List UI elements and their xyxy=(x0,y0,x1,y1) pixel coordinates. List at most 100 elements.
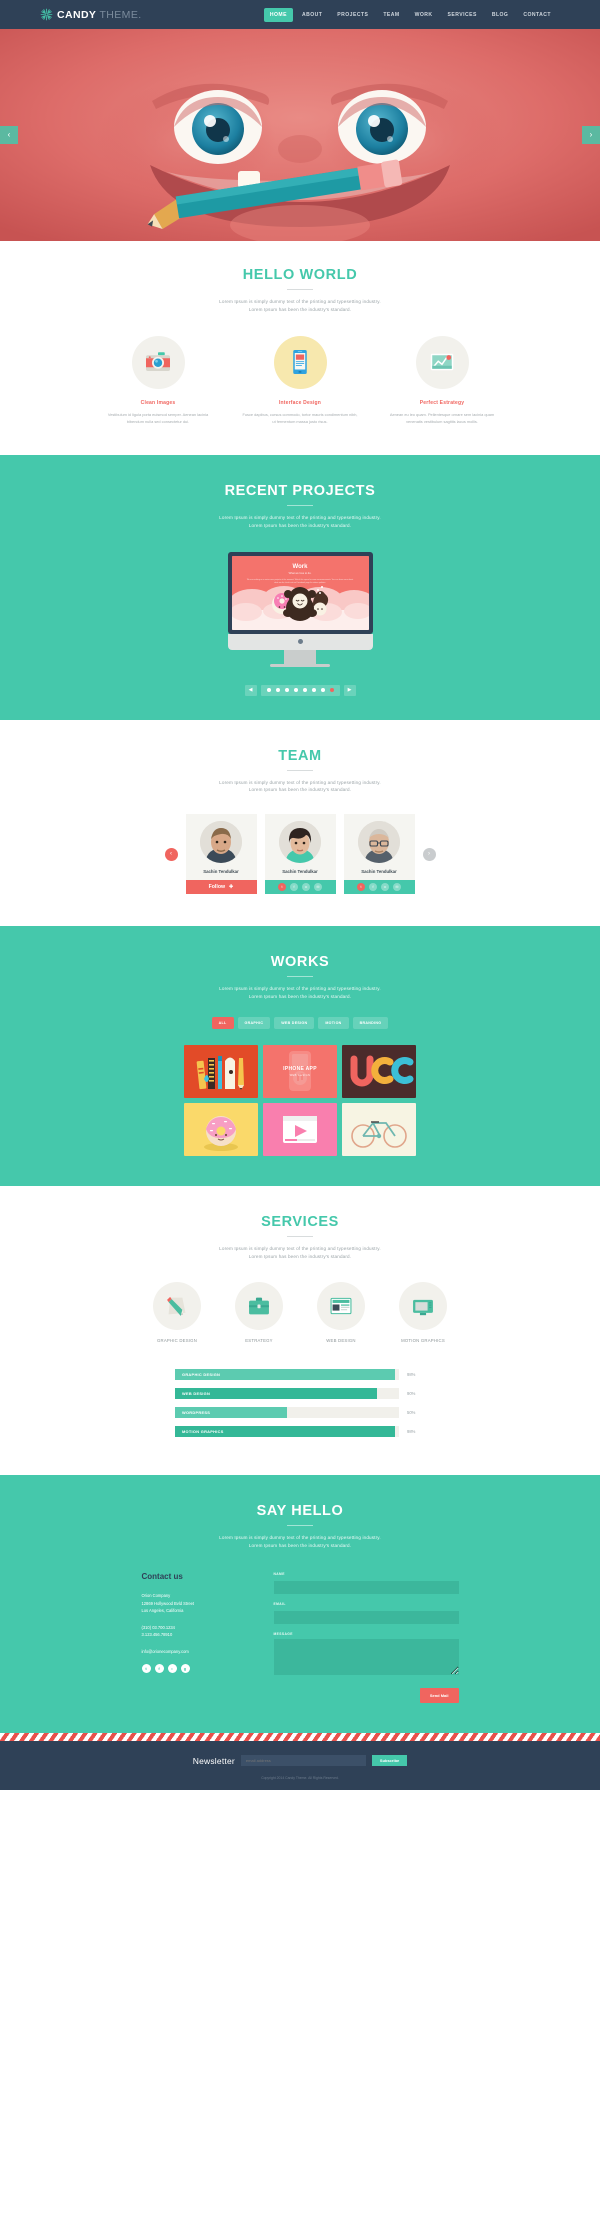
carousel-dot-active[interactable] xyxy=(329,688,334,693)
filter-web-design[interactable]: WEB DESIGN xyxy=(274,1016,315,1029)
carousel-dot[interactable] xyxy=(266,688,271,693)
service-item-graphic-design[interactable]: GRAPHIC DESIGN xyxy=(146,1282,208,1343)
hero-next-button[interactable]: › xyxy=(582,126,600,144)
carousel-dot[interactable] xyxy=(311,688,316,693)
carousel-dot[interactable] xyxy=(302,688,307,693)
team-carousel: ‹ Sachin Tendulkar Follow ✚ Sachin Tendu… xyxy=(0,814,600,895)
nav-item-blog[interactable]: BLOG xyxy=(486,8,515,22)
project-showcase: Work What we love to do. We are working … xyxy=(0,551,600,667)
contact-email[interactable]: info@orionecompany.com xyxy=(142,1648,252,1656)
team-member-card[interactable]: Sachin Tendulkar t f •• ✉ xyxy=(343,814,415,895)
skill-row: MOTION GRAPHICS 98% xyxy=(175,1426,425,1438)
skill-label: WORDPRESS xyxy=(182,1410,211,1416)
subscribe-button[interactable]: Subscribe xyxy=(371,1755,408,1766)
google-plus-icon[interactable]: g xyxy=(180,1664,190,1674)
contact-subtitle: Lorem Ipsum is simply dummy text of the … xyxy=(0,1534,600,1550)
newsletter-email-input[interactable] xyxy=(240,1755,366,1766)
top-navbar: CANDY THEME. HOME ABOUT PROJECTS TEAM WO… xyxy=(0,0,600,29)
follow-button[interactable]: Follow ✚ xyxy=(185,880,257,895)
work-tile-label: IPHONE APP xyxy=(283,1065,317,1072)
nav-item-services[interactable]: SERVICES xyxy=(442,8,483,22)
team-next-button[interactable]: › xyxy=(422,847,436,861)
filter-motion[interactable]: MOTION xyxy=(318,1016,349,1029)
flickr-icon[interactable]: • xyxy=(167,1664,177,1674)
carousel-next-button[interactable]: ▶ xyxy=(343,684,356,696)
services-subtitle: Lorem Ipsum is simply dummy text of the … xyxy=(0,1245,600,1261)
footer: Newsletter Subscribe Copyright 2014 Cand… xyxy=(0,1741,600,1790)
work-tile-video-player[interactable] xyxy=(263,1102,337,1156)
skill-row: GRAPHIC DESIGN 98% xyxy=(175,1369,425,1381)
avatar xyxy=(358,821,400,864)
facebook-icon[interactable]: f xyxy=(369,883,377,892)
work-tile-donut[interactable] xyxy=(184,1102,258,1156)
feature-card[interactable]: Clean Images Vestibulum id ligula porta … xyxy=(99,335,217,425)
service-item-web-design[interactable]: WEB DESIGN xyxy=(310,1282,372,1343)
service-item-motion-graphics[interactable]: MOTION GRAPHICS xyxy=(392,1282,454,1343)
name-input[interactable] xyxy=(273,1581,459,1594)
twitter-icon[interactable]: t xyxy=(357,883,365,892)
skill-percent: 98% xyxy=(407,1372,416,1378)
mail-icon[interactable]: ✉ xyxy=(314,883,322,892)
twitter-icon[interactable]: t xyxy=(141,1664,151,1674)
monitor-mockup[interactable]: Work What we love to do. We are working … xyxy=(227,551,373,667)
monitor-icon xyxy=(399,1282,447,1331)
facebook-icon[interactable]: f xyxy=(154,1664,164,1674)
hero-prev-button[interactable]: ‹ xyxy=(0,126,18,144)
subtitle-line-2: Lorem Ipsum has been the industry's stan… xyxy=(248,522,352,528)
email-field-label: EMAIL xyxy=(273,1602,286,1606)
nav-item-projects[interactable]: PROJECTS xyxy=(331,8,374,22)
video-player-illustration xyxy=(283,1115,317,1143)
work-tile-iphone-app[interactable]: IPHONE APP WEB DESIGN xyxy=(263,1044,337,1098)
hello-world-title: HELLO WORLD xyxy=(242,267,358,283)
feature-card[interactable]: Perfect Estrategy Aenean eu leo quam. Pe… xyxy=(383,335,501,425)
carousel-dot[interactable] xyxy=(284,688,289,693)
message-textarea[interactable] xyxy=(273,1639,459,1675)
name-field-label: NAME xyxy=(273,1572,285,1576)
work-tile-bicycle[interactable] xyxy=(342,1102,416,1156)
twitter-icon[interactable]: t xyxy=(278,883,286,892)
carousel-prev-button[interactable]: ◀ xyxy=(244,684,257,696)
brand-logo[interactable]: CANDY THEME. xyxy=(40,8,142,21)
team-member-name: Sachin Tendulkar xyxy=(282,869,318,875)
brand-text: CANDY THEME. xyxy=(57,8,142,21)
feature-card[interactable]: Interface Design Fusce dapibus, cursus c… xyxy=(241,335,359,425)
flickr-icon[interactable]: •• xyxy=(302,883,310,892)
skill-fill: WORDPRESS xyxy=(175,1407,287,1419)
decorative-stripe xyxy=(0,1733,600,1741)
facebook-icon[interactable]: f xyxy=(290,883,298,892)
nav-item-home[interactable]: HOME xyxy=(263,7,293,22)
nav-item-about[interactable]: ABOUT xyxy=(296,8,328,22)
subtitle-line-2: Lorem Ipsum has been the industry's stan… xyxy=(248,1543,352,1549)
feature-title: Interface Design xyxy=(278,399,322,406)
email-input[interactable] xyxy=(273,1611,459,1624)
monitor-screen: Work What we love to do. We are working … xyxy=(231,555,369,630)
filter-all[interactable]: ALL xyxy=(211,1016,234,1029)
primary-nav: HOME ABOUT PROJECTS TEAM WORK SERVICES B… xyxy=(263,7,557,22)
mail-icon[interactable]: ✉ xyxy=(393,883,401,892)
nav-item-contact[interactable]: CONTACT xyxy=(517,8,557,22)
carousel-dot[interactable] xyxy=(320,688,325,693)
team-prev-button[interactable]: ‹ xyxy=(164,847,178,861)
monitor-base xyxy=(270,663,330,667)
title-divider xyxy=(287,976,313,978)
team-member-card[interactable]: Sachin Tendulkar t f •• ✉ xyxy=(264,814,336,895)
skill-track: MOTION GRAPHICS xyxy=(175,1426,399,1438)
carousel-dot[interactable] xyxy=(293,688,298,693)
work-tile-art-supplies[interactable] xyxy=(184,1044,258,1098)
filter-graphic[interactable]: GRAPHIC xyxy=(237,1016,271,1029)
team-member-card[interactable]: Sachin Tendulkar Follow ✚ xyxy=(185,814,257,895)
hello-world-subtitle: Lorem Ipsum is simply dummy text of the … xyxy=(0,298,600,314)
service-item-estrategy[interactable]: ESTRATEGY xyxy=(228,1282,290,1343)
starburst-icon xyxy=(40,8,53,21)
feature-body: Vestibulum id ligula porta euismod sempe… xyxy=(107,411,209,424)
contact-title: SAY HELLO xyxy=(256,1503,344,1520)
flickr-icon[interactable]: •• xyxy=(381,883,389,892)
subtitle-line-1: Lorem Ipsum is simply dummy text of the … xyxy=(219,986,381,992)
work-tile-ucc-logo[interactable] xyxy=(342,1044,416,1098)
filter-branding[interactable]: BRANDING xyxy=(352,1016,389,1029)
nav-item-work[interactable]: WORK xyxy=(409,8,439,22)
send-mail-button[interactable]: Send Mail xyxy=(419,1688,459,1703)
nav-item-team[interactable]: TEAM xyxy=(377,8,405,22)
carousel-dot[interactable] xyxy=(275,688,280,693)
service-label: MOTION GRAPHICS xyxy=(401,1338,445,1344)
